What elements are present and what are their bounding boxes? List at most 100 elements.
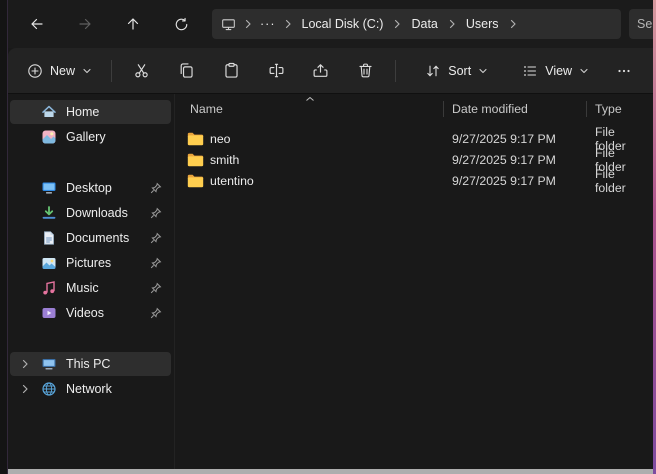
expand-chevron-icon[interactable] xyxy=(19,383,31,395)
search-input[interactable]: Se xyxy=(629,9,653,39)
sort-button[interactable]: Sort xyxy=(416,55,497,87)
sidebar-section-gap xyxy=(10,326,171,352)
chevron-down-icon xyxy=(478,66,488,76)
videos-icon xyxy=(41,305,57,321)
folder-icon xyxy=(187,174,204,188)
file-type: File folder xyxy=(587,167,653,195)
back-button[interactable] xyxy=(20,9,54,39)
forward-button[interactable] xyxy=(68,9,102,39)
file-row-utentino[interactable]: utentino 9/27/2025 9:17 PM File folder xyxy=(175,170,653,191)
trash-icon xyxy=(357,62,374,79)
search-text: Se xyxy=(637,17,652,31)
copy-button[interactable] xyxy=(167,55,206,87)
sidebar-item-home[interactable]: Home xyxy=(10,100,171,124)
file-date-modified: 9/27/2025 9:17 PM xyxy=(444,174,587,188)
sidebar-item-label: This PC xyxy=(66,357,110,371)
folder-icon xyxy=(187,153,204,167)
network-icon xyxy=(41,381,57,397)
column-header-name[interactable]: Name xyxy=(175,96,444,122)
sidebar-item-gallery[interactable]: Gallery xyxy=(10,125,171,149)
toolbar-separator xyxy=(111,60,112,82)
sidebar-item-desktop[interactable]: Desktop xyxy=(10,176,171,200)
sidebar-item-label: Gallery xyxy=(66,130,106,144)
pin-icon xyxy=(150,207,162,219)
pin-icon xyxy=(150,307,162,319)
sidebar-item-videos[interactable]: Videos xyxy=(10,301,171,325)
file-name-cell: neo xyxy=(175,132,444,146)
breadcrumb-item-data[interactable]: Data xyxy=(404,12,444,36)
sort-button-label: Sort xyxy=(448,64,471,78)
pin-icon xyxy=(150,182,162,194)
sidebar-item-label: Pictures xyxy=(66,256,111,270)
file-date-modified: 9/27/2025 9:17 PM xyxy=(444,132,587,146)
column-header-label: Date modified xyxy=(452,102,528,116)
sidebar-item-downloads[interactable]: Downloads xyxy=(10,201,171,225)
plus-circle-icon xyxy=(27,63,43,79)
copy-icon xyxy=(178,62,195,79)
refresh-button[interactable] xyxy=(164,9,198,39)
sidebar-item-label: Music xyxy=(66,281,99,295)
file-list-pane: Name Date modified Type xyxy=(174,94,653,469)
breadcrumb-chevron-icon[interactable] xyxy=(281,18,295,30)
share-icon xyxy=(312,62,329,79)
paste-button[interactable] xyxy=(212,55,251,87)
paste-icon xyxy=(223,62,240,79)
up-arrow-icon xyxy=(125,16,141,32)
desktop-icon xyxy=(41,180,57,196)
cut-button[interactable] xyxy=(122,55,161,87)
file-rows: neo 9/27/2025 9:17 PM File folder smith … xyxy=(175,128,653,191)
breadcrumb-overflow-button[interactable]: ··· xyxy=(255,12,281,36)
refresh-icon xyxy=(174,17,189,32)
chevron-down-icon xyxy=(579,66,589,76)
file-explorer-window: ··· Local Disk (C:) Data Users Se xyxy=(8,0,653,469)
sidebar-item-music[interactable]: Music xyxy=(10,276,171,300)
delete-button[interactable] xyxy=(346,55,385,87)
sidebar-item-documents[interactable]: Documents xyxy=(10,226,171,250)
screen-left-edge xyxy=(0,0,8,474)
chevron-down-icon xyxy=(82,66,92,76)
cut-icon xyxy=(133,62,150,79)
address-bar[interactable]: ··· Local Disk (C:) Data Users xyxy=(212,9,621,39)
expand-chevron-icon[interactable] xyxy=(19,358,31,370)
up-button[interactable] xyxy=(116,9,150,39)
sidebar-item-label: Home xyxy=(66,105,99,119)
breadcrumb-chevron-icon[interactable] xyxy=(445,18,459,30)
sidebar-item-label: Documents xyxy=(66,231,129,245)
downloads-icon xyxy=(41,205,57,221)
new-button[interactable]: New xyxy=(18,55,101,87)
forward-arrow-icon xyxy=(77,16,93,32)
pin-icon xyxy=(150,282,162,294)
more-options-button[interactable] xyxy=(604,55,643,87)
sort-arrows-icon xyxy=(425,63,441,79)
file-row-smith[interactable]: smith 9/27/2025 9:17 PM File folder xyxy=(175,149,653,170)
home-icon xyxy=(41,104,57,120)
breadcrumb-chevron-icon[interactable] xyxy=(241,18,255,30)
sidebar-item-pictures[interactable]: Pictures xyxy=(10,251,171,275)
this-pc-monitor-icon xyxy=(218,17,241,32)
rename-icon xyxy=(268,62,285,79)
view-button[interactable]: View xyxy=(513,55,598,87)
file-name: utentino xyxy=(210,174,254,188)
sidebar-item-network[interactable]: Network xyxy=(10,377,171,401)
share-button[interactable] xyxy=(302,55,341,87)
column-header-date-modified[interactable]: Date modified xyxy=(444,96,587,122)
sidebar-item-label: Network xyxy=(66,382,112,396)
column-header-type[interactable]: Type xyxy=(587,96,653,122)
breadcrumb-chevron-icon[interactable] xyxy=(506,18,520,30)
file-name: neo xyxy=(210,132,231,146)
breadcrumb-chevron-icon[interactable] xyxy=(390,18,404,30)
breadcrumb-item-local-disk[interactable]: Local Disk (C:) xyxy=(295,12,391,36)
pin-icon xyxy=(150,257,162,269)
pin-icon xyxy=(150,232,162,244)
file-row-neo[interactable]: neo 9/27/2025 9:17 PM File folder xyxy=(175,128,653,149)
pictures-icon xyxy=(41,255,57,271)
breadcrumb-item-users[interactable]: Users xyxy=(459,12,506,36)
file-date-modified: 9/27/2025 9:17 PM xyxy=(444,153,587,167)
sort-ascending-indicator xyxy=(305,96,315,102)
sidebar-item-this-pc[interactable]: This PC xyxy=(10,352,171,376)
rename-button[interactable] xyxy=(257,55,296,87)
file-name-cell: utentino xyxy=(175,174,444,188)
column-header-label: Type xyxy=(595,102,622,116)
this-pc-icon xyxy=(41,356,57,372)
sidebar-item-label: Desktop xyxy=(66,181,112,195)
